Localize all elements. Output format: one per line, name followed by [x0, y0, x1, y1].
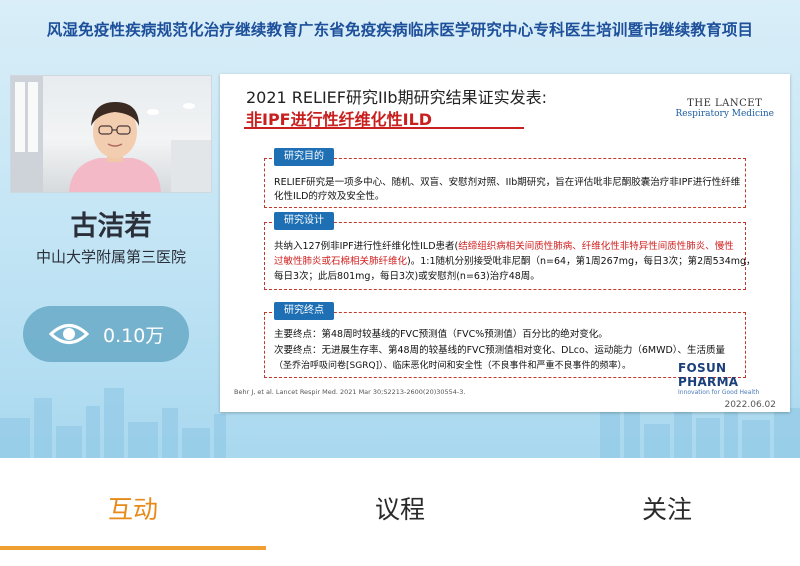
- speaker-name: 古洁若: [70, 211, 152, 242]
- tab-interaction[interactable]: 互动: [0, 490, 266, 526]
- active-tab-indicator: [0, 546, 266, 550]
- citation: Behr J, et al. Lancet Respir Med. 2021 M…: [234, 388, 466, 396]
- design-line-1-highlight: 结缔组织病相关间质性肺病、纤维化性非特异性间质性肺炎、慢性: [458, 241, 734, 252]
- tab-agenda[interactable]: 议程: [267, 490, 533, 526]
- presentation-slide: 2021 RELIEF研究IIb期研究结果证实发表: 非IPF进行性纤维化性IL…: [220, 74, 790, 412]
- title-underline: [244, 127, 524, 129]
- design-line-1-text: 共纳入127例非IPF进行性纤维化性ILD患者(: [274, 241, 459, 252]
- slide-date: 2022.06.02: [724, 400, 776, 410]
- live-stage: 风湿免疫性疾病规范化治疗继续教育广东省免疫疾病临床医学研究中心专科医生培训暨市继…: [0, 0, 800, 458]
- section-label-endpoints: 研究终点: [274, 302, 334, 320]
- journal-subtitle: Respiratory Medicine: [675, 109, 774, 119]
- sponsor-logo: FOSUN PHARMA Innovation for Good Health: [678, 361, 790, 396]
- endpoint-line-2: 次要终点：无进展生存率、第48周的较基线的FVC预测值相对变化、DLco、运动能…: [274, 345, 726, 356]
- design-line-2-highlight: 过敏性肺炎或石棉相关肺纤维化: [274, 256, 408, 267]
- endpoint-line-3: （圣乔治呼吸问卷[SGRQ]）、临床恶化时间和安全性（不良事件和严重不良事件的频…: [274, 361, 632, 371]
- design-line-2-text: )。1:1随机分别接受吡非尼酮（n=64，第1周267mg，每日3次；第2周53…: [407, 256, 756, 267]
- bottom-tab-bar: 互动 议程 关注: [0, 458, 800, 566]
- presenter-video[interactable]: [10, 75, 212, 193]
- objective-line-2: 化性ILD的疗效及安全性。: [274, 191, 385, 202]
- sponsor-tagline: Innovation for Good Health: [678, 389, 760, 396]
- view-count: 0.10万: [103, 324, 165, 347]
- design-line-3: 每日3次；此后801mg，每日3次)或安慰剂(n=63)治疗48周。: [274, 271, 540, 282]
- tab-follow[interactable]: 关注: [534, 490, 800, 526]
- slide-title: 2021 RELIEF研究IIb期研究结果证实发表:: [246, 88, 547, 107]
- view-count-badge: 0.10万: [23, 306, 189, 362]
- sponsor-name: FOSUN PHARMA: [678, 361, 739, 389]
- journal-logo: THE LANCET Respiratory Medicine: [675, 98, 774, 119]
- speaker-affiliation: 中山大学附属第三医院: [35, 248, 186, 266]
- endpoint-line-1: 主要终点：第48周时较基线的FVC预测值（FVC%预测值）百分比的绝对变化。: [274, 329, 608, 340]
- objective-line-1: RELIEF研究是一项多中心、随机、双盲、安慰剂对照、IIb期研究，旨在评估吡非…: [274, 177, 741, 188]
- event-banner-title: 风湿免疫性疾病规范化治疗继续教育广东省免疫疾病临床医学研究中心专科医生培训暨市继…: [46, 21, 754, 39]
- section-label-design: 研究设计: [274, 212, 334, 230]
- design-line-1: 共纳入127例非IPF进行性纤维化性ILD患者(结缔组织病相关间质性肺病、纤维化…: [274, 238, 734, 252]
- design-line-2: 过敏性肺炎或石棉相关肺纤维化)。1:1随机分别接受吡非尼酮（n=64，第1周26…: [274, 253, 756, 267]
- journal-name: THE LANCET: [687, 98, 763, 109]
- eye-icon: [49, 324, 89, 344]
- presenter-video-frame: [11, 76, 211, 192]
- section-label-objective: 研究目的: [274, 148, 334, 166]
